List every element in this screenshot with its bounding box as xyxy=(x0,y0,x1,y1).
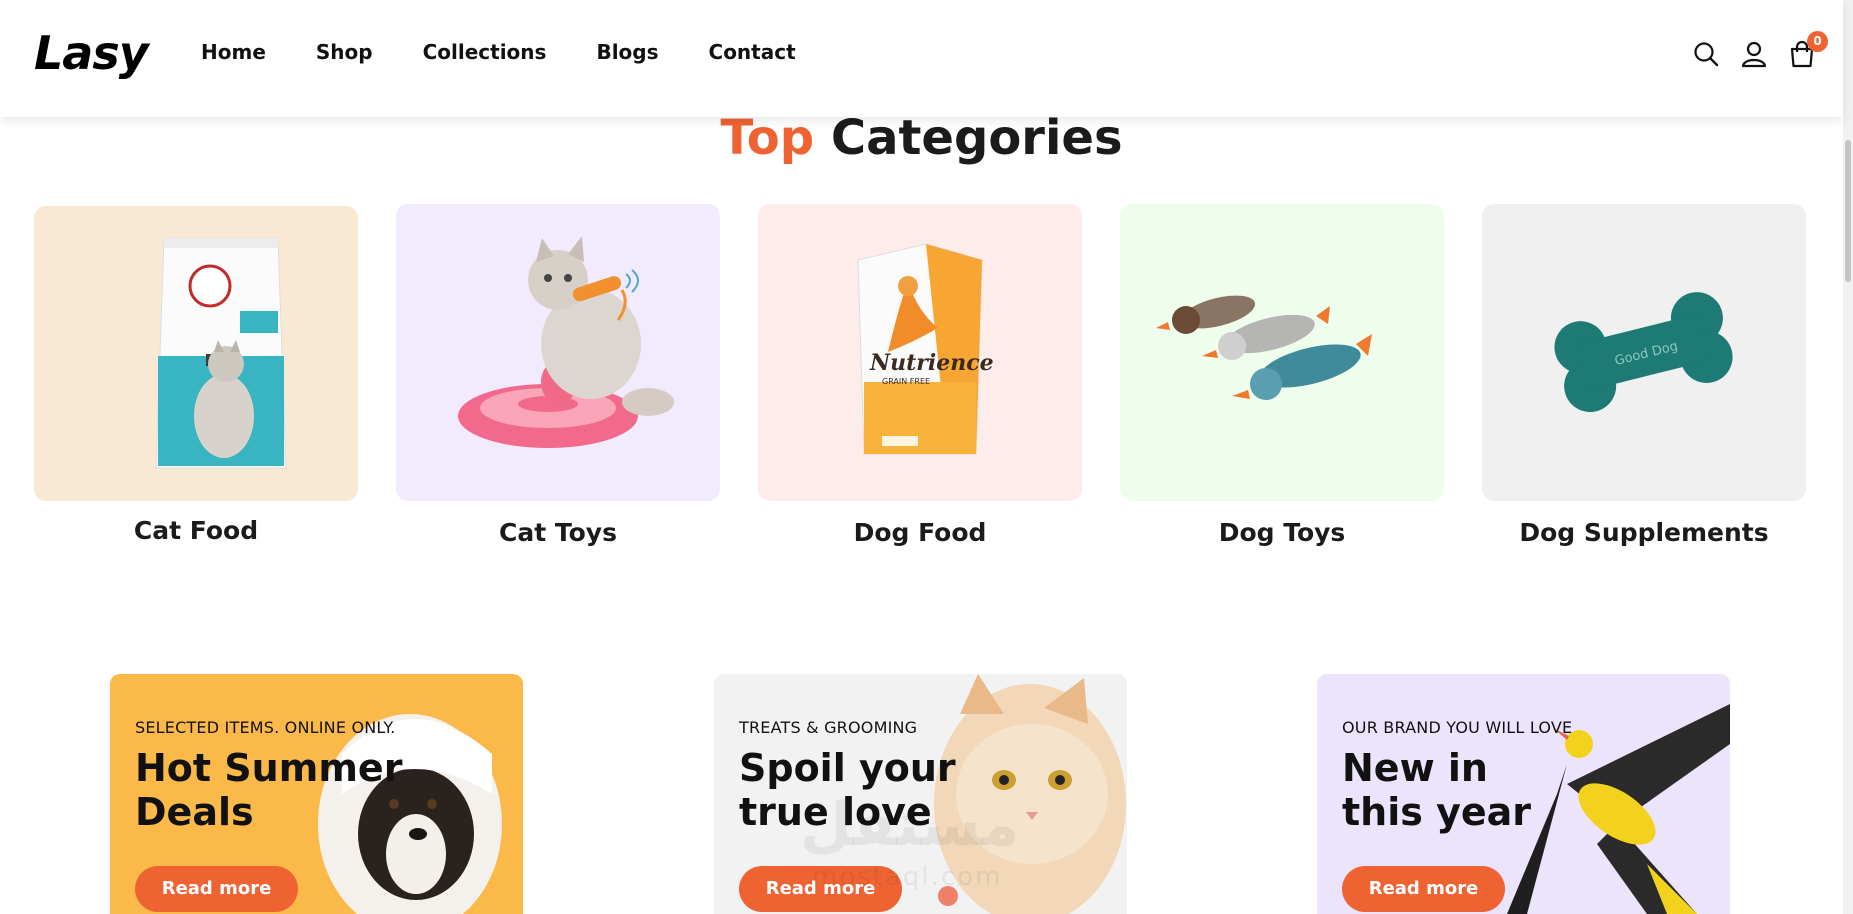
promo-banner-new: OUR BRAND YOU WILL LOVE New in this year… xyxy=(1317,674,1730,914)
dog-bone-toy-image: Good Dog xyxy=(1482,204,1806,501)
promo-kicker: SELECTED ITEMS. ONLINE ONLY. xyxy=(135,718,396,737)
watermark-domain: mostaql.com xyxy=(812,862,1003,892)
header-actions: 0 xyxy=(1693,31,1828,68)
main-nav: Home Shop Collections Blogs Contact xyxy=(201,40,846,64)
nav-home[interactable]: Home xyxy=(201,40,266,64)
dog-toys-ducks-image xyxy=(1120,204,1444,501)
page-scrollbar[interactable] xyxy=(1843,0,1853,914)
section-title-rest: Categories xyxy=(814,110,1123,166)
category-label-dog-supplements[interactable]: Dog Supplements xyxy=(1482,518,1806,547)
section-title-accent: Top xyxy=(720,110,815,166)
nav-contact[interactable]: Contact xyxy=(709,40,796,64)
read-more-button[interactable]: Read more xyxy=(135,866,298,912)
cat-toy-image xyxy=(396,204,720,501)
category-label-cat-food[interactable]: Cat Food xyxy=(34,516,358,545)
nav-collections[interactable]: Collections xyxy=(423,40,547,64)
user-icon[interactable] xyxy=(1741,40,1767,68)
site-header: Lasy Home Shop Collections Blogs Contact… xyxy=(0,0,1843,117)
svg-text:Nutrience: Nutrience xyxy=(869,350,994,376)
promo-title: Hot Summer Deals xyxy=(135,746,403,834)
promo-kicker: OUR BRAND YOU WILL LOVE xyxy=(1342,718,1573,737)
read-more-button[interactable]: Read more xyxy=(1342,866,1505,912)
category-label-dog-toys[interactable]: Dog Toys xyxy=(1120,518,1444,547)
scrollbar-thumb[interactable] xyxy=(1845,140,1851,282)
category-label-dog-food[interactable]: Dog Food xyxy=(758,518,1082,547)
category-card-dog-food[interactable]: Nutrience GRAIN FREE xyxy=(758,204,1082,501)
logo[interactable]: Lasy xyxy=(34,26,149,80)
dog-food-bag-image: Nutrience GRAIN FREE xyxy=(758,204,1082,501)
category-card-dog-toys[interactable] xyxy=(1120,204,1444,501)
category-card-cat-food[interactable] xyxy=(34,206,358,501)
category-card-cat-toys[interactable] xyxy=(396,204,720,501)
promo-title: New in this year xyxy=(1342,746,1532,834)
cart-count-badge: 0 xyxy=(1807,31,1828,52)
section-title: Top Categories xyxy=(0,110,1843,166)
category-card-dog-supplements[interactable]: Good Dog xyxy=(1482,204,1806,501)
watermark-logo: مستقل xyxy=(800,790,1020,860)
search-icon[interactable] xyxy=(1693,40,1719,68)
nav-blogs[interactable]: Blogs xyxy=(596,40,658,64)
promo-kicker: TREATS & GROOMING xyxy=(739,718,918,737)
nav-shop[interactable]: Shop xyxy=(316,40,373,64)
category-label-cat-toys[interactable]: Cat Toys xyxy=(396,518,720,547)
cat-food-bag-image xyxy=(34,206,358,501)
promo-banner-summer: SELECTED ITEMS. ONLINE ONLY. Hot Summer … xyxy=(110,674,523,914)
cart-icon[interactable]: 0 xyxy=(1789,31,1828,68)
svg-text:GRAIN FREE: GRAIN FREE xyxy=(882,377,930,386)
